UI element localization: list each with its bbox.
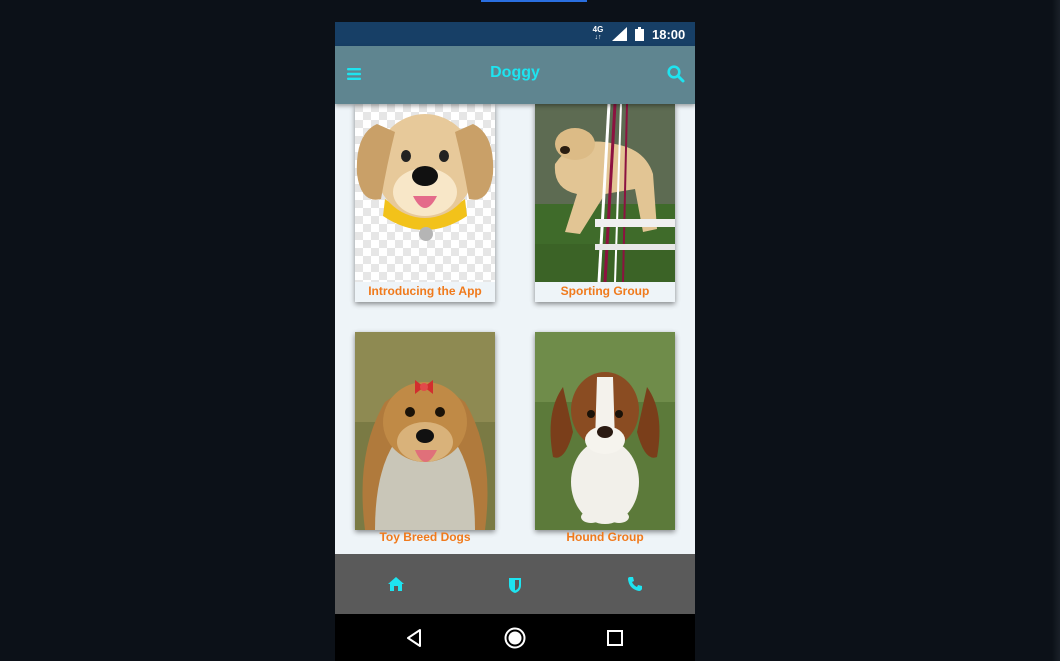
top-link-bar [481, 0, 587, 2]
dog-weave-poles-image [535, 104, 675, 282]
system-navigation-bar [335, 614, 695, 661]
window-edge [1052, 0, 1060, 661]
system-recents-button[interactable] [603, 626, 627, 650]
signal-icon [612, 27, 627, 41]
card-image [355, 104, 495, 302]
card-label: Introducing the App [368, 284, 482, 298]
basset-hound-image [535, 332, 675, 530]
search-button[interactable] [666, 64, 686, 84]
home-circle-icon [504, 627, 526, 649]
category-grid: Introducing the App Sporting Group Toy B… [335, 104, 695, 554]
app-bar: Doggy [335, 46, 695, 104]
card-label: Sporting Group [560, 284, 650, 298]
network-indicator: 4G ↓↑ [592, 25, 604, 42]
card-label: Hound Group [566, 530, 644, 544]
yorkshire-terrier-image [355, 332, 495, 530]
nav-shield-button[interactable] [455, 554, 575, 614]
battery-icon [635, 27, 644, 41]
card-image [355, 332, 495, 530]
back-icon [407, 629, 421, 647]
card-image [535, 332, 675, 530]
app-title: Doggy [490, 64, 540, 81]
cartoon-dog-emoji-image [355, 104, 495, 282]
shield-icon [509, 578, 521, 593]
system-home-button[interactable] [503, 626, 527, 650]
nav-home-button[interactable] [335, 554, 455, 614]
card-image [535, 104, 675, 302]
phone-icon [628, 577, 642, 591]
phone-screen: 4G ↓↑ 18:00 Doggy Introducing the App Sp… [335, 22, 695, 661]
search-icon [667, 65, 685, 83]
status-bar: 4G ↓↑ 18:00 [335, 22, 695, 46]
bottom-nav [335, 554, 695, 614]
status-time: 18:00 [652, 27, 686, 42]
recents-icon [607, 630, 623, 646]
system-back-button[interactable] [403, 626, 427, 650]
card-label: Toy Breed Dogs [379, 530, 471, 544]
network-label: 4G [592, 25, 604, 34]
home-icon [388, 577, 404, 591]
nav-phone-button[interactable] [575, 554, 695, 614]
